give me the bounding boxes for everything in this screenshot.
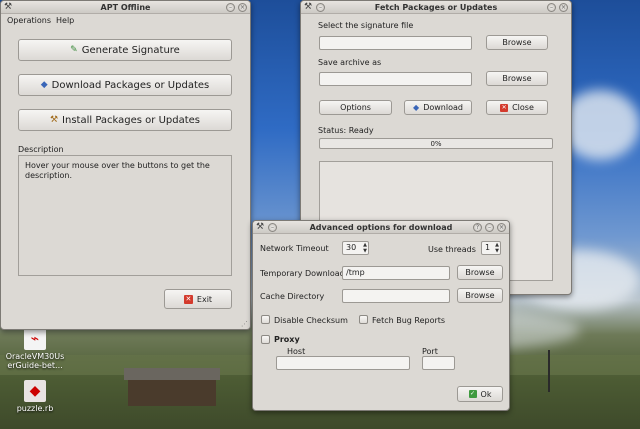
install-packages-button[interactable]: ⚒ Install Packages or Updates <box>18 109 232 131</box>
proxy-host-input[interactable] <box>276 356 410 370</box>
options-button[interactable]: Options <box>319 100 392 115</box>
exit-icon: ✕ <box>183 294 193 304</box>
port-label: Port <box>422 347 438 356</box>
network-timeout-spinbox[interactable]: 30 ▲ ▼ <box>342 241 369 255</box>
ok-check-icon: ✓ <box>468 390 477 398</box>
close-button[interactable]: ✕ Close <box>486 100 548 115</box>
close-icon[interactable]: × <box>559 3 568 12</box>
temp-download-input[interactable]: /tmp <box>342 266 450 280</box>
desktop-icon-label: OracleVM30Us erGuide-bet... <box>5 352 65 370</box>
progress-bar: 0% <box>319 138 553 149</box>
exit-button[interactable]: ✕ Exit <box>164 289 232 309</box>
ok-button[interactable]: ✓ Ok <box>457 386 503 402</box>
use-threads-label: Use threads <box>428 245 476 254</box>
minimize-icon[interactable]: – <box>485 223 494 232</box>
browse-signature-button[interactable]: Browse <box>486 35 548 50</box>
proxy-checkbox[interactable] <box>261 335 270 344</box>
disable-checksum-label: Disable Checksum <box>274 316 348 325</box>
status-text: Status: Ready <box>318 126 374 135</box>
menu-operations[interactable]: Operations <box>7 16 51 25</box>
help-icon[interactable]: ? <box>473 223 482 232</box>
signature-icon: ✎ <box>70 45 78 55</box>
window-title: APT Offline <box>100 3 151 12</box>
minimize-icon[interactable]: – <box>547 3 556 12</box>
download-packages-button[interactable]: ◆ Download Packages or Updates <box>18 74 232 96</box>
install-wand-icon: ⚒ <box>49 115 59 125</box>
progress-text: 0% <box>430 140 442 148</box>
browse-cache-button[interactable]: Browse <box>457 288 503 303</box>
desktop-icon-label: puzzle.rb <box>16 404 54 413</box>
generate-signature-button[interactable]: ✎ Generate Signature <box>18 39 232 61</box>
titlebar[interactable]: ⚒ APT Offline – × <box>1 1 250 14</box>
host-label: Host <box>287 347 306 356</box>
close-icon[interactable]: × <box>238 3 247 12</box>
use-threads-spinbox[interactable]: 1 ▲ ▼ <box>481 241 501 255</box>
disable-checksum-checkbox[interactable] <box>261 315 270 324</box>
download-icon: ◆ <box>40 80 48 90</box>
menu-bar: Operations Help <box>1 15 250 27</box>
fetch-bug-reports-label: Fetch Bug Reports <box>372 316 446 325</box>
ruby-file-icon: ◆ <box>24 380 46 402</box>
cache-directory-input[interactable] <box>342 289 450 303</box>
spin-arrows-icon[interactable]: ▲ ▼ <box>363 242 367 254</box>
temp-download-label: Temporary Download <box>260 269 345 278</box>
close-icon: ✕ <box>500 103 509 112</box>
save-archive-label: Save archive as <box>318 58 382 67</box>
minimize-icon[interactable]: – <box>226 3 235 12</box>
network-timeout-label: Network Timeout <box>260 244 329 253</box>
close-icon[interactable]: × <box>497 223 506 232</box>
browse-temp-button[interactable]: Browse <box>457 265 503 280</box>
description-text: Hover your mouse over the buttons to get… <box>25 161 210 180</box>
desktop-icon-oracle[interactable]: ⌁ OracleVM30Us erGuide-bet... <box>4 328 66 370</box>
apt-offline-window: ⚒ APT Offline – × Operations Help ✎ Gene… <box>0 0 251 330</box>
window-title: Fetch Packages or Updates <box>374 3 498 12</box>
barn <box>124 368 220 406</box>
download-icon: ◆ <box>413 103 420 112</box>
description-label: Description <box>18 145 64 154</box>
pdf-file-icon: ⌁ <box>24 328 46 350</box>
titlebar[interactable]: ⚒ – Advanced options for download ? – × <box>253 221 509 234</box>
spin-arrows-icon[interactable]: ▲ ▼ <box>495 242 499 254</box>
proxy-port-input[interactable] <box>422 356 455 370</box>
proxy-label: Proxy <box>274 335 300 344</box>
download-button[interactable]: ◆ Download <box>404 100 472 115</box>
save-archive-input[interactable] <box>319 72 472 86</box>
cache-directory-label: Cache Directory <box>260 292 325 301</box>
resize-grip-icon[interactable]: ⋰ <box>241 320 248 328</box>
titlebar[interactable]: ⚒ – Fetch Packages or Updates – × <box>301 1 571 14</box>
browse-archive-button[interactable]: Browse <box>486 71 548 86</box>
advanced-options-dialog: ⚒ – Advanced options for download ? – × … <box>252 220 510 411</box>
window-title: Advanced options for download <box>309 223 453 232</box>
fetch-bug-reports-checkbox[interactable] <box>359 315 368 324</box>
desktop-icon-puzzle[interactable]: ◆ puzzle.rb <box>12 380 58 413</box>
description-box: Hover your mouse over the buttons to get… <box>18 155 232 276</box>
signature-file-label: Select the signature file <box>318 21 414 30</box>
windmill <box>548 350 550 392</box>
menu-help[interactable]: Help <box>56 16 74 25</box>
signature-file-input[interactable] <box>319 36 472 50</box>
